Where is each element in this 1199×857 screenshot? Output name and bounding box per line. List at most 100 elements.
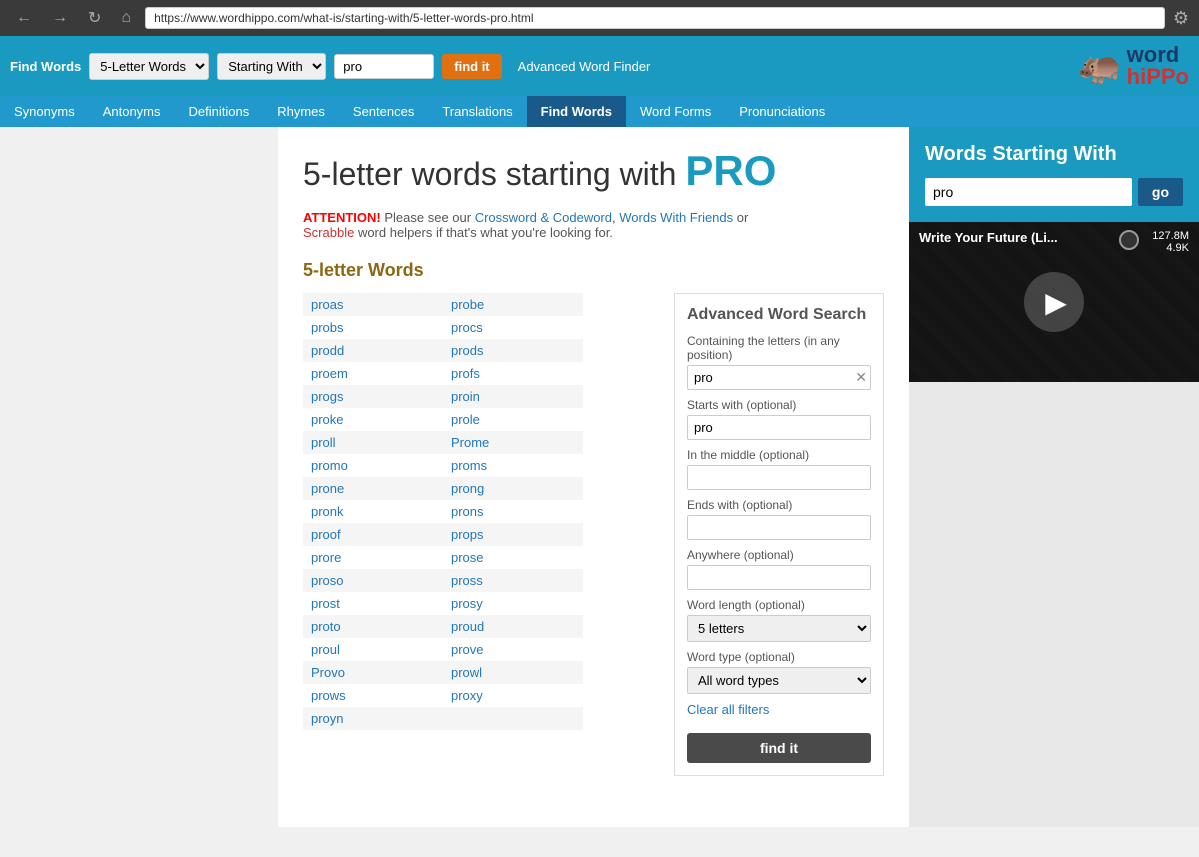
main-layout: 5-letter words starting with PRO ATTENTI… bbox=[0, 127, 1199, 827]
word-link[interactable]: prone bbox=[311, 481, 344, 496]
tab-word-forms[interactable]: Word Forms bbox=[626, 96, 725, 127]
word-link[interactable]: proso bbox=[311, 573, 344, 588]
word-link[interactable]: prore bbox=[311, 550, 341, 565]
word-link[interactable]: prons bbox=[451, 504, 484, 519]
letter-select[interactable]: 5-Letter Words 6-Letter Words 7-Letter W… bbox=[89, 53, 209, 80]
words-layout: proas probe probs procs prodd prods proem profs… bbox=[303, 293, 884, 776]
word-cell: prods bbox=[443, 339, 583, 362]
tab-definitions[interactable]: Definitions bbox=[175, 96, 264, 127]
tab-antonyms[interactable]: Antonyms bbox=[89, 96, 175, 127]
back-button[interactable]: ← bbox=[10, 7, 38, 29]
words-grid: proas probe probs procs prodd prods proem profs… bbox=[303, 293, 664, 730]
middle-input[interactable] bbox=[687, 465, 871, 490]
word-cell: prons bbox=[443, 500, 583, 523]
words-starting-input[interactable] bbox=[925, 178, 1132, 206]
containing-clear-button[interactable]: ✕ bbox=[855, 369, 867, 386]
anywhere-label: Anywhere (optional) bbox=[687, 548, 871, 562]
refresh-button[interactable]: ↻ bbox=[82, 6, 107, 30]
word-link[interactable]: prole bbox=[451, 412, 480, 427]
video-meta: 127.8M 4.9K bbox=[1152, 230, 1189, 254]
word-link[interactable]: proxy bbox=[451, 688, 483, 703]
ends-input[interactable] bbox=[687, 515, 871, 540]
word-link[interactable]: Provo bbox=[311, 665, 345, 680]
containing-label: Containing the letters (in any position) bbox=[687, 334, 871, 362]
word-link[interactable]: probe bbox=[451, 297, 484, 312]
play-icon: ▶ bbox=[1045, 286, 1067, 319]
word-link[interactable]: proas bbox=[311, 297, 344, 312]
word-link[interactable]: proud bbox=[451, 619, 484, 634]
word-link[interactable]: pronk bbox=[311, 504, 344, 519]
word-link[interactable]: proke bbox=[311, 412, 344, 427]
content-area: 5-letter words starting with PRO ATTENTI… bbox=[278, 127, 909, 827]
word-cell-empty bbox=[443, 707, 583, 730]
word-link[interactable]: prove bbox=[451, 642, 484, 657]
url-bar[interactable]: https://www.wordhippo.com/what-is/starti… bbox=[145, 7, 1165, 29]
word-cell: profs bbox=[443, 362, 583, 385]
video-likes: 4.9K bbox=[1152, 242, 1189, 254]
search-input[interactable] bbox=[334, 54, 434, 79]
word-link[interactable]: proto bbox=[311, 619, 341, 634]
page-title: 5-letter words starting with PRO bbox=[303, 147, 884, 195]
word-link[interactable]: pross bbox=[451, 573, 483, 588]
starts-label: Starts with (optional) bbox=[687, 398, 871, 412]
browser-chrome: ← → ↻ ⌂ https://www.wordhippo.com/what-i… bbox=[0, 0, 1199, 36]
word-link[interactable]: proem bbox=[311, 366, 348, 381]
tab-sentences[interactable]: Sentences bbox=[339, 96, 428, 127]
containing-input[interactable] bbox=[687, 365, 871, 390]
word-cell: prole bbox=[443, 408, 583, 431]
word-cell: proul bbox=[303, 638, 443, 661]
wwf-link[interactable]: Words With Friends bbox=[619, 210, 733, 225]
tab-rhymes[interactable]: Rhymes bbox=[263, 96, 339, 127]
tab-synonyms[interactable]: Synonyms bbox=[0, 96, 89, 127]
find-it-button[interactable]: find it bbox=[442, 54, 501, 79]
type-select[interactable]: All word types Nouns only Verbs only Adj… bbox=[687, 667, 871, 694]
extension-icon[interactable]: ⚙ bbox=[1173, 8, 1189, 29]
word-cell: proxy bbox=[443, 684, 583, 707]
hippo-text: hiPPo bbox=[1127, 64, 1189, 89]
tab-find-words[interactable]: Find Words bbox=[527, 96, 626, 127]
word-link[interactable]: procs bbox=[451, 320, 483, 335]
starts-input[interactable] bbox=[687, 415, 871, 440]
word-link[interactable]: prodd bbox=[311, 343, 344, 358]
advanced-panel: Advanced Word Search Containing the lett… bbox=[674, 293, 884, 776]
scrabble-link[interactable]: Scrabble bbox=[303, 225, 354, 240]
home-button[interactable]: ⌂ bbox=[115, 7, 137, 29]
word-link[interactable]: proul bbox=[311, 642, 340, 657]
tab-translations[interactable]: Translations bbox=[428, 96, 526, 127]
advanced-word-finder-link[interactable]: Advanced Word Finder bbox=[518, 59, 651, 74]
word-link[interactable]: proms bbox=[451, 458, 487, 473]
word-link[interactable]: probs bbox=[311, 320, 344, 335]
word-cell: proke bbox=[303, 408, 443, 431]
word-link[interactable]: prose bbox=[451, 550, 484, 565]
clear-filters-link[interactable]: Clear all filters bbox=[687, 702, 871, 717]
word-cell: prore bbox=[303, 546, 443, 569]
length-select[interactable]: 5 letters Any length 3 letters 4 letters… bbox=[687, 615, 871, 642]
tab-pronunciations[interactable]: Pronunciations bbox=[725, 96, 839, 127]
word-link[interactable]: profs bbox=[451, 366, 480, 381]
attention-box: ATTENTION! Please see our Crossword & Co… bbox=[303, 210, 884, 240]
word-link[interactable]: prows bbox=[311, 688, 346, 703]
words-starting-go-button[interactable]: go bbox=[1138, 178, 1183, 206]
word-link[interactable]: prost bbox=[311, 596, 340, 611]
word-link[interactable]: proof bbox=[311, 527, 341, 542]
word-link[interactable]: progs bbox=[311, 389, 344, 404]
crossword-link[interactable]: Crossword & Codeword bbox=[475, 210, 612, 225]
word-cell: proem bbox=[303, 362, 443, 385]
starting-with-select[interactable]: Starting With Ending With Containing bbox=[217, 53, 326, 80]
word-link[interactable]: prowl bbox=[451, 665, 482, 680]
word-link[interactable]: prods bbox=[451, 343, 484, 358]
forward-button[interactable]: → bbox=[46, 7, 74, 29]
word-link[interactable]: Prome bbox=[451, 435, 489, 450]
word-link[interactable]: promo bbox=[311, 458, 348, 473]
word-cell: prove bbox=[443, 638, 583, 661]
video-title: Write Your Future (Li... bbox=[919, 230, 1058, 245]
word-link[interactable]: props bbox=[451, 527, 484, 542]
advanced-find-button[interactable]: find it bbox=[687, 733, 871, 763]
video-play-button[interactable]: ▶ bbox=[1024, 272, 1084, 332]
word-link[interactable]: prosy bbox=[451, 596, 483, 611]
anywhere-input[interactable] bbox=[687, 565, 871, 590]
word-link[interactable]: prong bbox=[451, 481, 484, 496]
word-link[interactable]: proyn bbox=[311, 711, 344, 726]
word-link[interactable]: proll bbox=[311, 435, 336, 450]
word-link[interactable]: proin bbox=[451, 389, 480, 404]
